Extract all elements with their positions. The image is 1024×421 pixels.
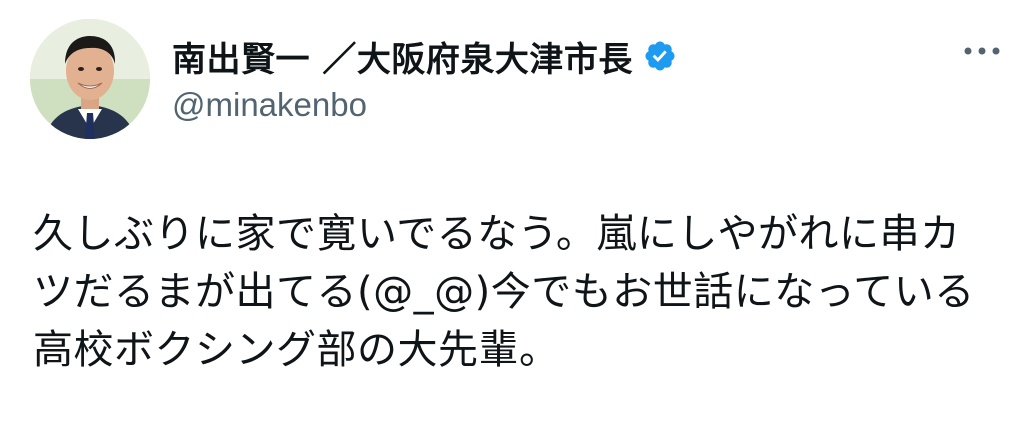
tweet-card: 南出賢一 ／大阪府泉大津市長 @minakenbo 久しぶりに家で寛いでるなう。… [0, 0, 1024, 421]
avatar-photo [30, 19, 150, 139]
tweet-text: 久しぶりに家で寛いでるなう。嵐にしやがれに串カツだるまが出てる(@_@)今でもお… [33, 211, 975, 373]
author-handle[interactable]: @minakenbo [172, 86, 367, 124]
verified-badge-icon [643, 39, 677, 73]
author-display-name[interactable]: 南出賢一 ／大阪府泉大津市長 [172, 32, 633, 81]
more-options-icon[interactable] [962, 36, 1002, 66]
avatar[interactable] [30, 19, 150, 139]
author-name-row[interactable]: 南出賢一 ／大阪府泉大津市長 [172, 30, 677, 82]
